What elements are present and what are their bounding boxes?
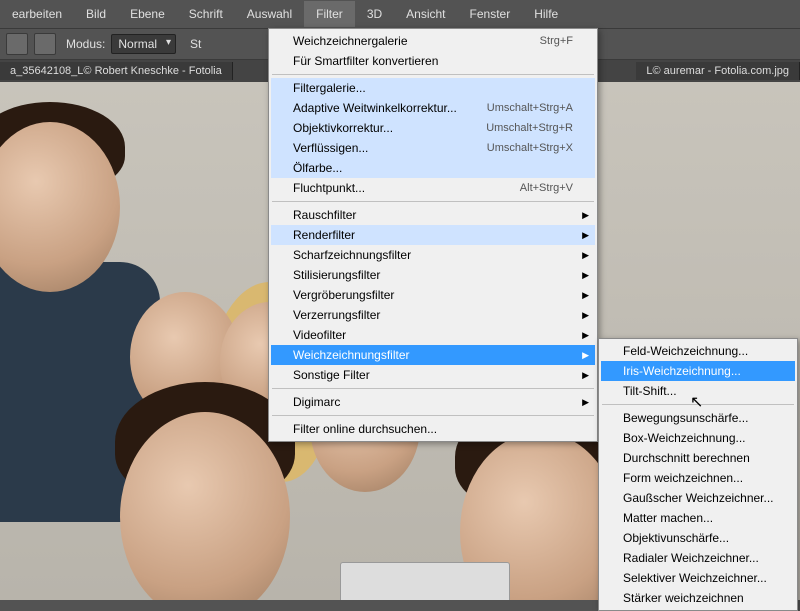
menu-item-label: Vergröberungsfilter <box>293 288 394 302</box>
menu-item-label: Sonstige Filter <box>293 368 370 382</box>
menubar-item-ansicht[interactable]: Ansicht <box>394 1 457 27</box>
menu-filter-item[interactable]: Fluchtpunkt... Alt+Strg+V <box>271 178 595 198</box>
menu-filter-item[interactable]: Stilisierungsfilter <box>271 265 595 285</box>
menu-blur-item[interactable]: Durchschnitt berechnen <box>601 448 795 468</box>
menu-item-label: Box-Weichzeichnung... <box>623 431 746 445</box>
menu-blur-item[interactable]: Form weichzeichnen... <box>601 468 795 488</box>
menu-blur-item[interactable]: Stärker weichzeichnen <box>601 588 795 608</box>
menu-filter-item[interactable]: Rauschfilter <box>271 205 595 225</box>
menu-filter-item[interactable]: Vergröberungsfilter <box>271 285 595 305</box>
brush-preset-icon[interactable] <box>34 33 56 55</box>
menu-blur-item[interactable]: Iris-Weichzeichnung... <box>601 361 795 381</box>
menu-item-shortcut: Umschalt+Strg+X <box>487 142 573 154</box>
menu-blur-item[interactable]: Matter machen... <box>601 508 795 528</box>
mode-select[interactable]: Normal <box>111 34 176 54</box>
menu-filter-item[interactable]: Objektivkorrektur... Umschalt+Strg+R <box>271 118 595 138</box>
menu-item-label: Durchschnitt berechnen <box>623 451 750 465</box>
menubar-item-ebene[interactable]: Ebene <box>118 1 177 27</box>
menu-item-shortcut: Alt+Strg+V <box>520 182 573 194</box>
menu-separator <box>272 415 594 416</box>
mode-label: Modus: <box>66 37 105 51</box>
menu-item-label: Weichzeichnergalerie <box>293 34 408 48</box>
menu-item-label: Ölfarbe... <box>293 161 342 175</box>
menu-item-label: Feld-Weichzeichnung... <box>623 344 748 358</box>
menu-filter-item[interactable]: Verflüssigen... Umschalt+Strg+X <box>271 138 595 158</box>
tool-preset-icon[interactable] <box>6 33 28 55</box>
menu-separator <box>272 74 594 75</box>
menu-item-label: Matter machen... <box>623 511 713 525</box>
menu-item-label: Rauschfilter <box>293 208 356 222</box>
menu-filter-item[interactable]: Adaptive Weitwinkelkorrektur... Umschalt+… <box>271 98 595 118</box>
menu-item-label: Adaptive Weitwinkelkorrektur... <box>293 101 457 115</box>
menu-item-label: Für Smartfilter konvertieren <box>293 54 438 68</box>
menu-item-label: Bewegungsunschärfe... <box>623 411 748 425</box>
menu-blur-item[interactable]: Bewegungsunschärfe... <box>601 408 795 428</box>
menu-filter-item[interactable]: Verzerrungsfilter <box>271 305 595 325</box>
menubar-item-schrift[interactable]: Schrift <box>177 1 235 27</box>
menu-item-label: Filtergalerie... <box>293 81 366 95</box>
menubar-item-auswahl[interactable]: Auswahl <box>235 1 304 27</box>
document-tab[interactable]: a_35642108_L© Robert Kneschke - Fotolia <box>0 62 233 80</box>
menubar-item-fenster[interactable]: Fenster <box>458 1 523 27</box>
menu-blur-item[interactable]: Radialer Weichzeichner... <box>601 548 795 568</box>
menu-blur-item[interactable]: Feld-Weichzeichnung... <box>601 341 795 361</box>
menu-filter-item[interactable]: Weichzeichnungsfilter <box>271 345 595 365</box>
menu-item-label: Radialer Weichzeichner... <box>623 551 759 565</box>
photo-shape <box>340 562 510 600</box>
menu-item-label: Form weichzeichnen... <box>623 471 743 485</box>
menu-separator <box>272 201 594 202</box>
truncated-label: St <box>190 37 201 51</box>
menu-filter-item[interactable]: Filtergalerie... <box>271 78 595 98</box>
menubar-item-bild[interactable]: Bild <box>74 1 118 27</box>
menu-blur-item[interactable]: Box-Weichzeichnung... <box>601 428 795 448</box>
menu-item-label: Tilt-Shift... <box>623 384 677 398</box>
menubar-item-3d[interactable]: 3D <box>355 1 394 27</box>
menu-filter-item[interactable]: Digimarc <box>271 392 595 412</box>
menu-item-label: Digimarc <box>293 395 340 409</box>
menu-item-label: Verflüssigen... <box>293 141 368 155</box>
document-tab[interactable]: L© auremar - Fotolia.com.jpg <box>636 62 800 80</box>
menu-item-shortcut: Strg+F <box>540 35 573 47</box>
menu-item-label: Objektivunschärfe... <box>623 531 729 545</box>
menu-blur-item[interactable]: Tilt-Shift... <box>601 381 795 401</box>
menu-filter-item[interactable]: Sonstige Filter <box>271 365 595 385</box>
menu-item-label: Gaußscher Weichzeichner... <box>623 491 774 505</box>
menu-filter-item[interactable]: Videofilter <box>271 325 595 345</box>
menubar-item-filter[interactable]: Filter <box>304 1 355 27</box>
menu-filter: Weichzeichnergalerie Strg+F Für Smartfilte… <box>268 28 598 442</box>
menu-filter-item[interactable]: Renderfilter <box>271 225 595 245</box>
menu-item-label: Verzerrungsfilter <box>293 308 380 322</box>
menu-item-label: Objektivkorrektur... <box>293 121 393 135</box>
menu-filter-item[interactable]: Scharfzeichnungsfilter <box>271 245 595 265</box>
menu-blur-submenu: Feld-Weichzeichnung... Iris-Weichzeichnun… <box>598 338 798 611</box>
menu-item-shortcut: Umschalt+Strg+A <box>487 102 573 114</box>
menu-filter-item[interactable]: Filter online durchsuchen... <box>271 419 595 439</box>
menubar: earbeitenBildEbeneSchriftAuswahlFilter3D… <box>0 0 800 28</box>
menu-item-label: Stärker weichzeichnen <box>623 591 744 605</box>
menu-separator <box>272 388 594 389</box>
menu-item-label: Iris-Weichzeichnung... <box>623 364 741 378</box>
menu-blur-item[interactable]: Selektiver Weichzeichner... <box>601 568 795 588</box>
menu-blur-item[interactable]: Gaußscher Weichzeichner... <box>601 488 795 508</box>
menu-item-label: Videofilter <box>293 328 346 342</box>
menu-item-label: Renderfilter <box>293 228 355 242</box>
menu-filter-item[interactable]: Für Smartfilter konvertieren <box>271 51 595 71</box>
menubar-item-earbeiten[interactable]: earbeiten <box>0 1 74 27</box>
menu-separator <box>602 404 794 405</box>
menu-blur-item[interactable]: Objektivunschärfe... <box>601 528 795 548</box>
menu-filter-item[interactable]: Ölfarbe... <box>271 158 595 178</box>
menu-item-label: Stilisierungsfilter <box>293 268 380 282</box>
menu-item-label: Filter online durchsuchen... <box>293 422 437 436</box>
menu-item-label: Selektiver Weichzeichner... <box>623 571 767 585</box>
menu-item-label: Weichzeichnungsfilter <box>293 348 410 362</box>
menu-item-label: Scharfzeichnungsfilter <box>293 248 411 262</box>
menu-filter-item[interactable]: Weichzeichnergalerie Strg+F <box>271 31 595 51</box>
menu-item-label: Fluchtpunkt... <box>293 181 365 195</box>
menubar-item-hilfe[interactable]: Hilfe <box>522 1 570 27</box>
menu-item-shortcut: Umschalt+Strg+R <box>486 122 573 134</box>
